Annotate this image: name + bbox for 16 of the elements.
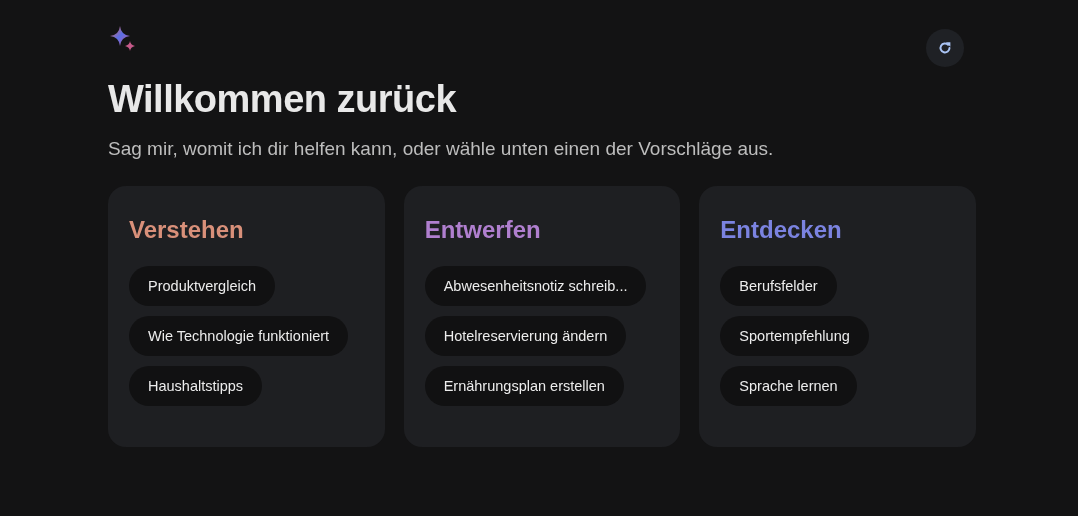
card-heading: Verstehen: [129, 215, 245, 245]
welcome-title: Willkommen zurück: [108, 77, 458, 122]
suggestion-chip[interactable]: Berufsfelder: [720, 266, 837, 306]
refresh-button[interactable]: [926, 29, 964, 67]
suggestion-chip[interactable]: Produktvergleich: [129, 266, 275, 306]
subtitle: Sag mir, womit ich dir helfen kann, oder wähle unten einen der Vorschläge aus.: [108, 137, 775, 161]
card-heading: Entwerfen: [424, 215, 542, 245]
suggestion-chip[interactable]: Sportempfehlung: [720, 316, 869, 356]
suggestion-chip[interactable]: Wie Technologie funktioniert: [129, 316, 349, 356]
suggestion-chip[interactable]: Haushaltstipps: [129, 366, 263, 406]
suggestion-chip[interactable]: Sprache lernen: [720, 366, 857, 406]
suggestion-chip[interactable]: Ernährungsplan erstellen: [424, 366, 624, 406]
suggestion-chip[interactable]: Abwesenheitsnotiz schreib...: [424, 266, 647, 306]
suggestion-chip[interactable]: Hotelreservierung ändern: [424, 316, 627, 356]
sparkle-icon: [110, 26, 136, 52]
card-heading: Entdecken: [720, 215, 843, 245]
